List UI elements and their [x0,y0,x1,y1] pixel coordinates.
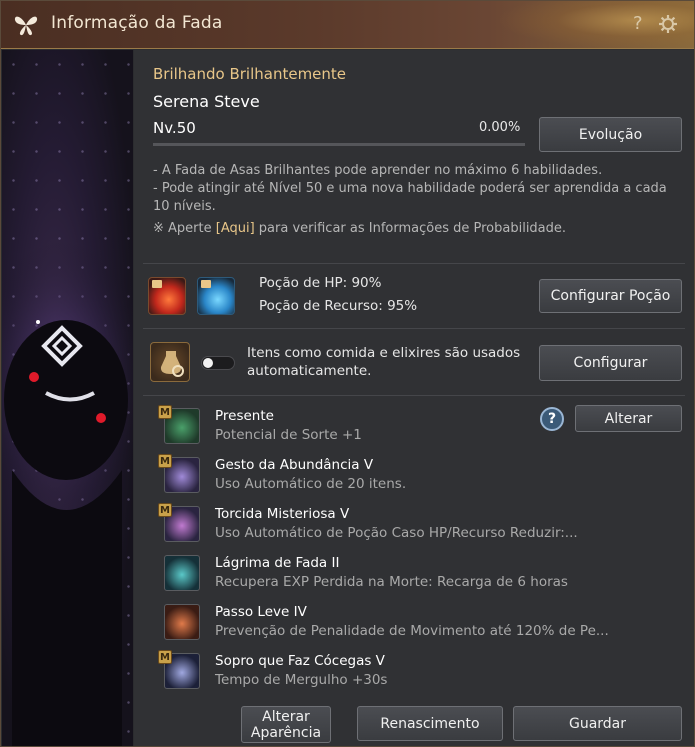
skill-description: Prevenção de Penalidade de Movimento até… [215,623,609,639]
fairy-character-image [2,240,133,746]
evolution-button[interactable]: Evolução [539,117,682,152]
elixir-gear-icon [150,342,190,382]
fairy-tear-icon[interactable] [164,555,200,591]
skill-name: Torcida Misteriosa V [215,506,350,522]
skill-description: Uso Automático de Poção Caso HP/Recurso … [215,525,578,541]
skill-name: Lágrima de Fada II [215,555,340,571]
gear-icon[interactable] [657,12,679,36]
info-line-1: - A Fada de Asas Brilhantes pode aprende… [153,163,603,178]
resource-potion-label: Poção de Recurso: 95% [259,298,418,314]
exp-progress-bar [153,143,525,146]
skill-description: Uso Automático de 20 itens. [215,476,407,492]
window-title: Informação da Fada [51,13,223,33]
title-bar[interactable]: Informação da Fada ? [1,1,694,49]
main-panel [134,50,694,746]
fairy-info-window: Informação da Fada ? Brilhando Brilhante… [0,0,695,747]
note-suffix: para verificar as Informações de Probabi… [254,221,567,236]
light-step-icon[interactable] [164,604,200,640]
divider [143,395,685,396]
fairy-portrait [2,50,133,746]
master-badge: M [158,650,172,664]
potion-tag-icon [152,280,162,288]
skill-description: Tempo de Mergulho +30s [215,672,388,688]
probability-link[interactable]: [Aqui] [216,221,255,236]
note-prefix: ※ Aperte [153,221,216,236]
store-button[interactable]: Guardar [513,706,682,741]
skill-name: Gesto da Abundância V [215,457,374,473]
auto-use-toggle[interactable] [201,356,235,370]
master-badge: M [158,454,172,468]
red-potion-icon [148,277,186,315]
master-badge: M [158,503,172,517]
skills-help-icon[interactable]: ? [540,407,564,431]
configure-potion-button[interactable]: Configurar Poção [539,279,682,313]
skill-description: Recupera EXP Perdida na Morte: Recarga d… [215,574,568,590]
rebirth-button[interactable]: Renascimento [357,706,503,741]
skill-description: Potencial de Sorte +1 [215,427,362,443]
configure-auto-use-button[interactable]: Configurar [539,345,682,381]
butterfly-icon [14,16,38,36]
divider [143,328,685,329]
toggle-knob [203,358,213,368]
master-badge: M [158,405,172,419]
probability-note: ※ Aperte [Aqui] para verificar as Inform… [153,221,566,236]
hp-potion-label: Poção de HP: 90% [259,275,382,291]
change-skill-button[interactable]: Alterar [575,405,682,432]
skill-name: Sopro que Faz Cócegas V [215,653,385,669]
auto-use-description: Itens como comida e elixires são usados … [247,345,521,379]
fairy-level: Nv.50 [153,119,196,137]
help-icon[interactable]: ? [633,13,651,35]
skill-name: Passo Leve IV [215,604,307,620]
potion-tag-icon [201,280,211,288]
change-appearance-button[interactable]: Alterar Aparência [241,706,331,743]
skill-name: Presente [215,408,274,424]
divider [143,263,685,264]
fairy-name: Serena Steve [153,92,260,111]
exp-percent: 0.00% [479,120,521,135]
info-line-2: - Pode atingir até Nível 50 e uma nova h… [153,181,667,214]
blue-potion-icon [197,277,235,315]
fairy-title: Brilhando Brilhantemente [153,65,347,83]
